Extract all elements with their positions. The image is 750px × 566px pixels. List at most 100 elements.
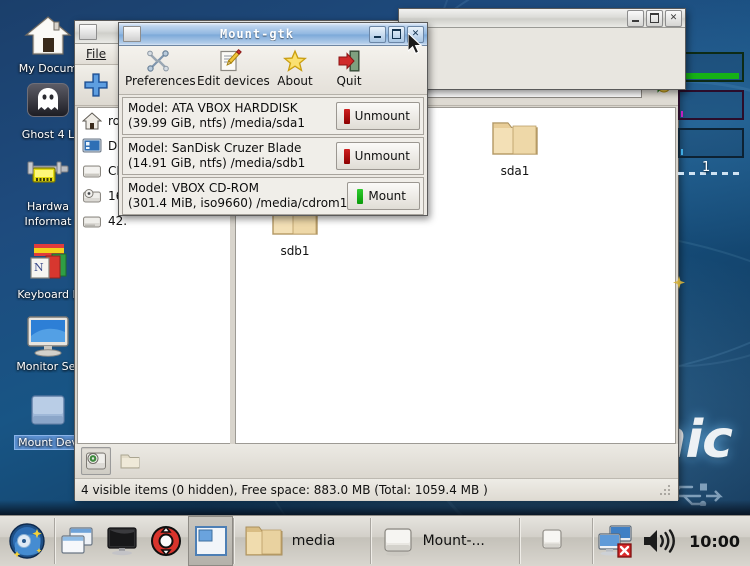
tools-icon [125, 49, 191, 73]
start-menu-icon [9, 523, 45, 559]
unmount-button[interactable]: Unmount [335, 102, 420, 130]
monitor-icon [24, 310, 72, 358]
resize-grip-icon[interactable] [659, 484, 672, 497]
file-manager-view-bar[interactable] [75, 444, 678, 478]
system-tray[interactable]: 10:00 [593, 518, 750, 564]
mount-gtk-maximize-button[interactable] [388, 25, 405, 43]
plus-icon [84, 73, 108, 97]
file-item-sda1[interactable]: sda1 [472, 116, 558, 178]
file-item-label: sdb1 [280, 244, 310, 258]
drive-icon [24, 386, 72, 434]
taskbar-shadow-strip [0, 500, 750, 516]
sysmon-bar-blue [678, 128, 744, 158]
file-manager-window-icon [79, 24, 97, 40]
background-window[interactable]: ✕ [398, 8, 686, 90]
taskbar-clock[interactable]: 10:00 [681, 532, 750, 551]
edit-devices-label: Edit devices [197, 74, 270, 88]
menu-file-label: File [86, 47, 107, 61]
taskbar-task-media[interactable]: media [234, 518, 370, 564]
device-model: Model: VBOX CD-ROM [128, 181, 259, 195]
mouse-cursor [408, 33, 423, 55]
mount-gtk-title: Mount-gtk [219, 27, 295, 41]
bgwin-close-button[interactable]: ✕ [665, 9, 682, 27]
sysmon-bar-magenta [678, 90, 744, 120]
unmount-button[interactable]: Unmount [335, 142, 420, 170]
desktop-icon-label: Mount Dev [15, 436, 81, 449]
show-desktop-launcher[interactable] [55, 516, 99, 566]
disk-view-button[interactable] [81, 447, 111, 475]
folder-icon [492, 122, 538, 155]
quit-button[interactable]: Quit [327, 49, 371, 88]
disk-icon [86, 452, 106, 470]
terminal-launcher[interactable] [99, 516, 143, 566]
volume-tray-icon[interactable] [637, 518, 681, 564]
folder-icon [245, 526, 283, 556]
mount-gtk-minimize-button[interactable] [369, 25, 386, 43]
edit-pencil-icon [197, 49, 263, 73]
taskbar-task-extra[interactable] [520, 518, 592, 564]
device-details: (39.99 GiB, ntfs) /media/sda1 [128, 116, 305, 130]
device-row[interactable]: Model: ATA VBOX HARDDISK (39.99 GiB, ntf… [122, 97, 424, 135]
background-window-titlebar[interactable]: ✕ [399, 9, 685, 28]
taskbar-task-label: media [291, 533, 336, 549]
home-icon [81, 111, 103, 130]
star-icon [269, 49, 321, 73]
device-action-label: Mount [368, 189, 406, 203]
drive-icon [383, 528, 412, 556]
device-list: Model: ATA VBOX HARDDISK (39.99 GiB, ntf… [119, 95, 427, 217]
cdrom-drive-icon [82, 162, 102, 180]
svg-text:N: N [34, 261, 44, 274]
sysmon-bar-green [678, 52, 744, 82]
hdd-icon [82, 212, 102, 230]
mount-gtk-toolbar[interactable]: Preferences Edit devices About Quit [119, 46, 427, 95]
window-icon [194, 526, 227, 556]
device-row[interactable]: Model: VBOX CD-ROM (301.4 MiB, iso9660) … [122, 177, 424, 215]
preferences-label: Preferences [125, 74, 196, 88]
taskbar[interactable]: media Mount-... 10:00 [0, 515, 750, 566]
mount-gtk-window-icon [123, 26, 141, 42]
desktop-icon [82, 137, 102, 155]
about-button[interactable]: About [269, 49, 321, 88]
status-led-icon [357, 188, 364, 204]
folder-icon [120, 454, 140, 469]
taskbar-task-mount-gtk[interactable]: Mount-... [371, 518, 519, 564]
desktop[interactable]: nic My Docum Ghost 4 L Hardwa Informat N… [0, 0, 750, 566]
windows-icon [61, 527, 93, 554]
caliper-icon [24, 150, 72, 198]
file-item-label: sda1 [500, 164, 530, 178]
mount-gtk-window[interactable]: Mount-gtk ✕ Preferences Edit devices Abo… [118, 22, 428, 216]
file-manager-launcher[interactable] [188, 516, 233, 566]
sysmon-spark-icon [673, 276, 685, 289]
exit-door-icon [327, 49, 371, 73]
help-launcher[interactable] [144, 516, 188, 566]
mount-gtk-titlebar[interactable]: Mount-gtk ✕ [119, 23, 427, 46]
device-details: (14.91 GiB, ntfs) /media/sdb1 [128, 156, 306, 170]
preferences-button[interactable]: Preferences [125, 49, 196, 88]
edit-devices-button[interactable]: Edit devices [197, 49, 270, 88]
status-led-icon [343, 108, 350, 124]
mount-button[interactable]: Mount [347, 182, 420, 210]
taskbar-task-label: Mount-... [422, 533, 485, 549]
bgwin-minimize-button[interactable] [627, 9, 644, 27]
bgwin-maximize-button[interactable] [646, 9, 663, 27]
monitor-screen-icon [107, 527, 137, 556]
start-menu-button[interactable] [0, 516, 54, 566]
device-row[interactable]: Model: SanDisk Cruzer Blade (14.91 GiB, … [122, 137, 424, 175]
status-text: 4 visible items (0 hidden), Free space: … [81, 483, 488, 497]
new-tab-button[interactable] [81, 70, 111, 100]
lifebuoy-icon [151, 525, 182, 557]
quit-label: Quit [336, 74, 362, 88]
keyboard-layout-icon: N [24, 238, 72, 286]
status-led-icon [343, 148, 350, 164]
system-monitor-widget [678, 52, 744, 162]
sysmon-value-label: 1 [702, 160, 711, 175]
ghost-icon [24, 78, 72, 126]
about-label: About [277, 74, 313, 88]
device-action-label: Unmount [354, 109, 410, 123]
network-disconnected-tray-icon[interactable] [593, 518, 637, 564]
file-manager-statusbar: 4 visible items (0 hidden), Free space: … [75, 478, 678, 501]
folder-view-button[interactable] [115, 447, 145, 475]
menu-file[interactable]: File [79, 46, 113, 62]
device-action-label: Unmount [354, 149, 410, 163]
device-details: (301.4 MiB, iso9660) /media/cdrom1 [128, 196, 348, 210]
